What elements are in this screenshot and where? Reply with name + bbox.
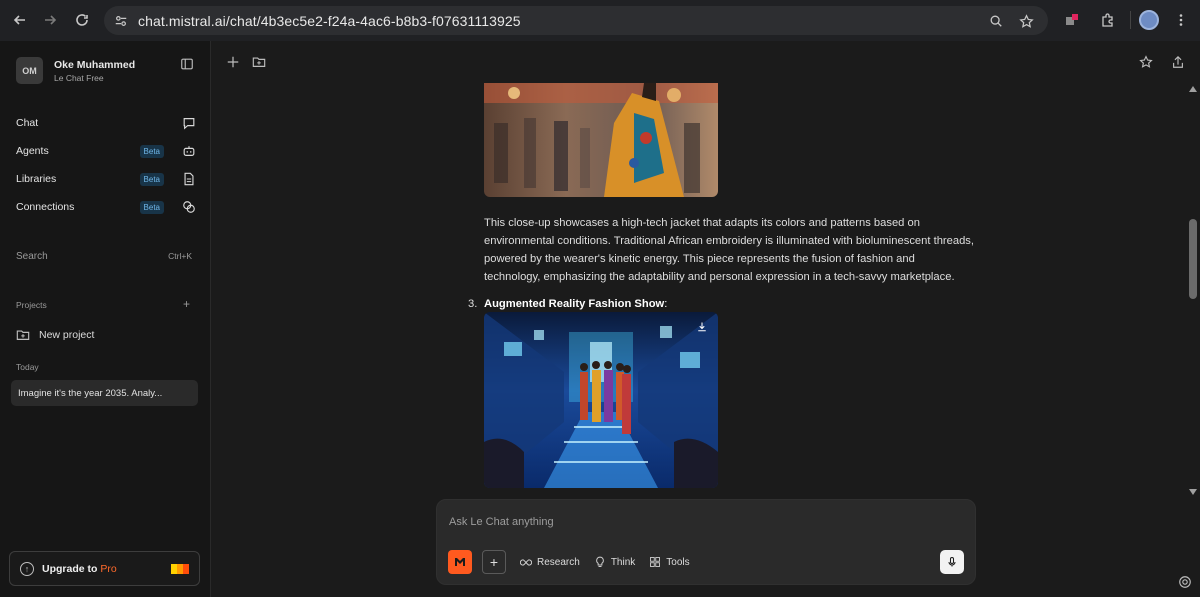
search-shortcut: Ctrl+K (168, 251, 192, 261)
research-button[interactable]: Research (520, 556, 580, 568)
attach-plus-button[interactable]: + (482, 550, 506, 574)
think-button[interactable]: Think (594, 556, 635, 568)
sidebar-item-label: Agents (16, 145, 49, 157)
mistral-mode-button[interactable] (448, 550, 472, 574)
generated-image-fashion-show[interactable] (484, 312, 718, 488)
share-icon[interactable] (1171, 55, 1185, 69)
zoom-icon[interactable] (984, 9, 1008, 33)
chat-bubble-icon (182, 116, 196, 130)
robot-icon (182, 144, 196, 158)
download-icon[interactable] (696, 320, 710, 334)
address-bar[interactable]: chat.mistral.ai/chat/4b3ec5e2-f24a-4ac6-… (104, 6, 1048, 35)
sidebar-item-connections[interactable]: Connections Beta (16, 197, 196, 217)
search-label: Search (16, 251, 48, 262)
document-icon (182, 172, 196, 186)
browser-menu-icon[interactable] (1167, 6, 1195, 34)
list-number: 3. (468, 298, 478, 310)
sidebar: OM Oke Muhammed Le Chat Free Chat Agents… (0, 41, 211, 597)
profile-name: Oke Muhammed (54, 58, 136, 71)
sidebar-toggle-icon[interactable] (180, 57, 196, 73)
new-chat-icon[interactable] (226, 55, 240, 69)
toolbar-divider (1130, 11, 1131, 29)
grid-icon (649, 556, 661, 568)
profile[interactable]: OM Oke Muhammed Le Chat Free (16, 57, 135, 84)
scroll-down-arrow-icon[interactable] (1189, 489, 1197, 495)
browser-profile-avatar[interactable] (1139, 10, 1159, 30)
scrollbar-thumb[interactable] (1189, 219, 1197, 299)
favorite-star-icon[interactable] (1139, 55, 1153, 69)
extension-icon[interactable] (1058, 6, 1086, 34)
reload-icon[interactable] (68, 6, 96, 34)
sidebar-item-label: Chat (16, 117, 39, 129)
back-icon[interactable] (6, 6, 34, 34)
main-area: This close-up showcases a high-tech jack… (212, 41, 1200, 597)
search-button[interactable]: Search Ctrl+K (16, 251, 192, 262)
projects-heading: Projects (16, 300, 47, 310)
url-text: chat.mistral.ai/chat/4b3ec5e2-f24a-4ac6-… (138, 12, 521, 29)
browser-toolbar: chat.mistral.ai/chat/4b3ec5e2-f24a-4ac6-… (0, 0, 1200, 41)
profile-plan: Le Chat Free (54, 72, 104, 83)
scroll-up-arrow-icon[interactable] (1189, 86, 1197, 92)
forward-icon[interactable] (36, 6, 64, 34)
history-item[interactable]: Imagine it's the year 2035. Analy... (11, 380, 198, 406)
voice-input-button[interactable] (940, 550, 964, 574)
sidebar-item-chat[interactable]: Chat (16, 113, 196, 133)
bookmark-star-icon[interactable] (1014, 9, 1038, 33)
response-paragraph: This close-up showcases a high-tech jack… (484, 217, 975, 283)
sidebar-item-agents[interactable]: Agents Beta (16, 141, 196, 161)
mistral-m-icon (455, 558, 465, 566)
chat-input[interactable]: Ask Le Chat anything (449, 516, 554, 528)
upgrade-label: Upgrade to Pro (42, 562, 117, 575)
infinity-icon (520, 556, 532, 568)
add-project-icon[interactable]: + (183, 297, 190, 311)
new-folder-icon[interactable] (252, 55, 266, 69)
upgrade-button[interactable]: ↑ Upgrade to Pro (9, 551, 200, 586)
extensions-puzzle-icon[interactable] (1094, 6, 1122, 34)
sidebar-item-label: Connections (16, 201, 75, 213)
tools-button[interactable]: Tools (649, 556, 690, 568)
beta-badge: Beta (139, 172, 164, 186)
microphone-icon (948, 556, 956, 567)
link-icon (182, 200, 196, 214)
today-heading: Today (16, 362, 39, 372)
chat-composer[interactable]: Ask Le Chat anything + Research Think To… (436, 499, 976, 585)
generated-image-jacket[interactable] (484, 83, 718, 197)
site-settings-icon[interactable] (108, 8, 134, 34)
lightbulb-icon (594, 556, 606, 568)
avatar: OM (16, 57, 43, 84)
mistral-logo-icon (171, 563, 189, 574)
list-item-title: Augmented Reality Fashion Show: (484, 298, 668, 310)
sidebar-item-libraries[interactable]: Libraries Beta (16, 169, 196, 189)
beta-badge: Beta (139, 200, 164, 214)
beta-badge: Beta (139, 144, 164, 158)
sidebar-item-label: Libraries (16, 173, 57, 185)
new-project-label: New project (39, 329, 95, 341)
arrow-up-circle-icon: ↑ (20, 561, 34, 576)
help-icon[interactable] (1178, 575, 1192, 589)
new-project-button[interactable]: New project (16, 328, 94, 342)
folder-icon (16, 328, 30, 342)
